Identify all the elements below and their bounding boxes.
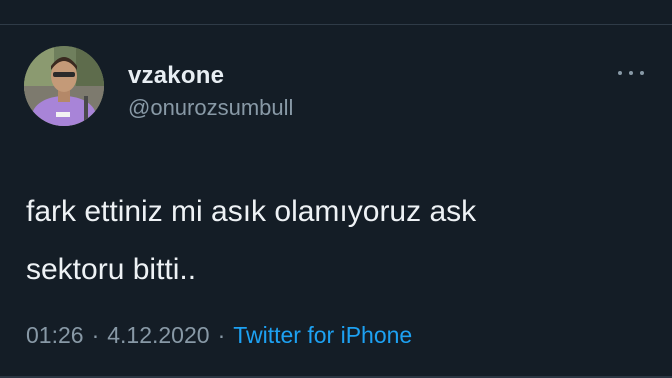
avatar-image (24, 46, 104, 126)
avatar[interactable] (24, 46, 104, 126)
meta-separator: · (217, 322, 226, 348)
tweet-time[interactable]: 01:26 (26, 322, 84, 349)
tweet-text: fark ettiniz mi asık olamıyoruz ask sekt… (26, 195, 477, 286)
tweet-source-link[interactable]: Twitter for iPhone (233, 322, 412, 349)
more-dot (629, 71, 633, 75)
user-handle[interactable]: @onurozsumbull (128, 95, 293, 121)
tweet-meta: 01:26 · 4.12.2020 · Twitter for iPhone (26, 322, 412, 349)
more-options-icon[interactable] (618, 66, 644, 80)
meta-separator: · (91, 322, 100, 348)
more-dot (618, 71, 622, 75)
display-name[interactable]: vzakone (128, 62, 224, 90)
tweet-date[interactable]: 4.12.2020 (107, 322, 209, 349)
more-dot (640, 71, 644, 75)
tweet-card: vzakone @onurozsumbull fark ettiniz mi a… (0, 0, 672, 378)
